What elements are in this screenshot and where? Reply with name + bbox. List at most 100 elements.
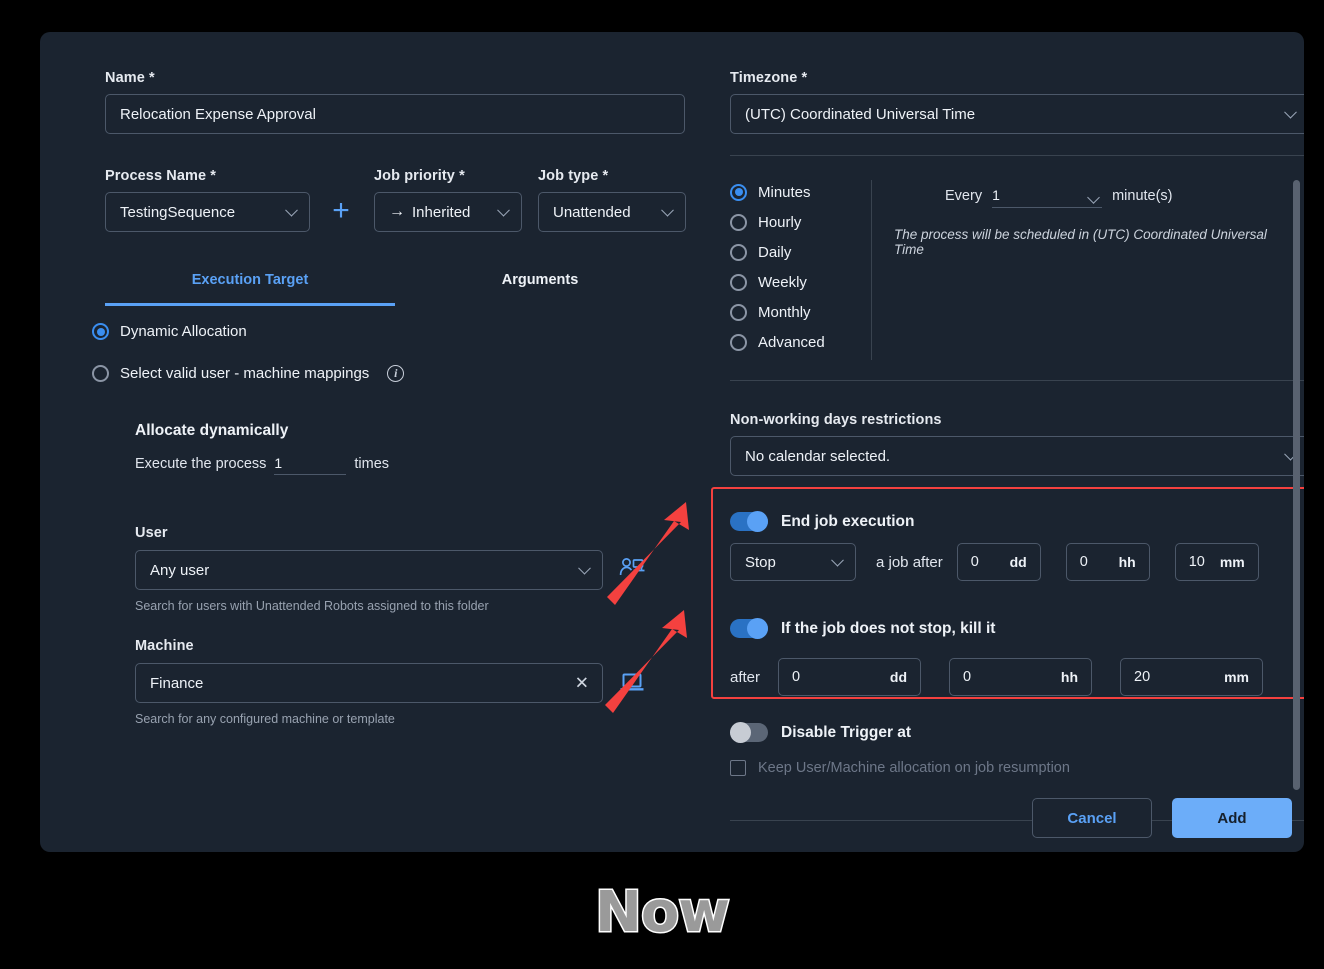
end-hours-input[interactable]: 0 hh (1065, 543, 1150, 581)
job-priority-select[interactable]: → Inherited (374, 192, 522, 232)
radio-dynamic-allocation-label: Dynamic Allocation (120, 323, 247, 340)
job-type-label: Job type * (538, 168, 609, 184)
disable-trigger-toggle-row: Disable Trigger at (730, 722, 912, 743)
kill-hours-input[interactable]: 0 hh (949, 658, 1093, 696)
keep-allocation-label: Keep User/Machine allocation on job resu… (758, 760, 1070, 776)
every-value-select[interactable]: 1 (992, 187, 1103, 208)
non-working-days-value: No calendar selected. (745, 447, 891, 465)
end-minutes-input[interactable]: 10 mm (1174, 543, 1259, 581)
radio-icon (730, 333, 747, 351)
kill-minutes-unit: mm (1224, 669, 1250, 685)
kill-after-label: after (730, 668, 761, 686)
radio-icon (92, 365, 109, 382)
kill-job-label: If the job does not stop, kill it (781, 619, 996, 637)
user-hint: Search for users with Unattended Robots … (135, 599, 489, 613)
scrollbar-thumb[interactable] (1293, 180, 1300, 790)
non-working-days-label: Non-working days restrictions (730, 412, 942, 428)
allocate-dynamically-title: Allocate dynamically (135, 422, 289, 439)
execute-prefix-label: Execute the process (135, 456, 267, 472)
close-icon[interactable]: ✕ (575, 675, 589, 692)
job-type-value: Unattended (553, 203, 631, 221)
laptop-icon[interactable] (619, 670, 645, 699)
kill-job-settings-row: after 0 dd 0 hh 20 mm (730, 658, 1264, 696)
kill-job-toggle[interactable] (730, 618, 768, 639)
kill-days-value: 0 (792, 669, 801, 685)
machine-value: Finance (150, 674, 204, 692)
process-name-value: TestingSequence (120, 203, 236, 221)
execute-process-row: Execute the process 1 times (135, 455, 389, 475)
timezone-select[interactable]: (UTC) Coordinated Universal Time (730, 94, 1304, 134)
end-minutes-value: 10 (1188, 554, 1205, 570)
end-days-unit: dd (1009, 554, 1027, 570)
user-machine-icon[interactable] (619, 556, 645, 585)
frequency-radio-group: Minutes Hourly Daily Weekly Monthly Adva… (730, 177, 870, 357)
chevron-down-icon (285, 203, 298, 217)
radio-icon (730, 213, 747, 231)
info-icon[interactable]: i (387, 365, 405, 382)
radio-monthly-label: Monthly (758, 303, 811, 321)
radio-weekly[interactable]: Weekly (730, 267, 870, 297)
execute-times-input[interactable]: 1 (274, 455, 347, 475)
radio-hourly[interactable]: Hourly (730, 207, 870, 237)
radio-advanced-label: Advanced (758, 333, 825, 351)
every-value: 1 (992, 187, 1000, 203)
chevron-down-icon (1087, 191, 1100, 204)
left-column: Name * Relocation Expense Approval Proce… (65, 32, 686, 784)
radio-user-machine-mappings[interactable]: Select valid user - machine mappings i (92, 365, 405, 382)
watermark: Now (593, 879, 731, 947)
end-job-settings-row: Stop a job after 0 dd 0 hh 10 mm (730, 543, 1259, 581)
radio-dynamic-allocation[interactable]: Dynamic Allocation (92, 323, 247, 340)
every-prefix-label: Every (945, 188, 983, 204)
timezone-value: (UTC) Coordinated Universal Time (745, 105, 976, 123)
radio-icon (730, 303, 747, 321)
radio-advanced[interactable]: Advanced (730, 327, 870, 357)
end-job-execution-toggle[interactable] (730, 511, 768, 532)
machine-hint: Search for any configured machine or tem… (135, 712, 395, 726)
add-button[interactable]: Add (1172, 798, 1292, 838)
end-job-execution-label: End job execution (781, 512, 915, 530)
dialog-body: Name * Relocation Expense Approval Proce… (40, 32, 1304, 821)
active-tab-underline (105, 303, 395, 306)
kill-days-unit: dd (889, 669, 908, 685)
user-value: Any user (150, 561, 210, 579)
plus-icon[interactable]: + (328, 196, 354, 226)
kill-minutes-value: 20 (1134, 669, 1151, 685)
end-days-input[interactable]: 0 dd (956, 543, 1041, 581)
machine-label: Machine (135, 638, 194, 654)
timezone-label: Timezone * (730, 70, 808, 86)
radio-icon (730, 273, 747, 291)
non-working-days-select[interactable]: No calendar selected. (730, 436, 1304, 476)
disable-trigger-label: Disable Trigger at (781, 723, 912, 741)
checkbox-icon[interactable] (730, 760, 746, 776)
job-type-select[interactable]: Unattended (538, 192, 686, 232)
disable-trigger-toggle[interactable] (730, 722, 768, 743)
radio-daily-label: Daily (758, 243, 792, 261)
screenshot-root: Name * Relocation Expense Approval Proce… (0, 0, 1324, 969)
radio-daily[interactable]: Daily (730, 237, 870, 267)
machine-input[interactable]: Finance ✕ (135, 663, 603, 703)
radio-icon (730, 243, 747, 261)
process-name-select[interactable]: TestingSequence (105, 192, 310, 232)
kill-days-input[interactable]: 0 dd (778, 658, 922, 696)
kill-minutes-input[interactable]: 20 mm (1120, 658, 1264, 696)
tab-bar: Execution Target Arguments (105, 272, 685, 312)
dialog-scrollbar[interactable] (1293, 38, 1300, 844)
radio-weekly-label: Weekly (758, 273, 807, 291)
every-row: Every 1 minute(s) (945, 187, 1173, 208)
end-days-value: 0 (970, 554, 979, 570)
keep-allocation-row[interactable]: Keep User/Machine allocation on job resu… (730, 760, 1070, 776)
radio-icon-selected (92, 323, 109, 340)
name-input-value: Relocation Expense Approval (120, 105, 316, 123)
name-input[interactable]: Relocation Expense Approval (105, 94, 685, 134)
end-action-select[interactable]: Stop (730, 543, 856, 581)
radio-user-machine-mappings-label: Select valid user - machine mappings (120, 365, 370, 382)
chevron-down-icon (661, 203, 674, 217)
cancel-button[interactable]: Cancel (1032, 798, 1152, 838)
chevron-down-icon (497, 203, 510, 217)
user-select[interactable]: Any user (135, 550, 603, 590)
radio-monthly[interactable]: Monthly (730, 297, 870, 327)
tab-arguments[interactable]: Arguments (395, 272, 685, 288)
tab-execution-target[interactable]: Execution Target (105, 272, 395, 288)
radio-minutes[interactable]: Minutes (730, 177, 870, 207)
a-job-after-label: a job after (876, 553, 943, 571)
